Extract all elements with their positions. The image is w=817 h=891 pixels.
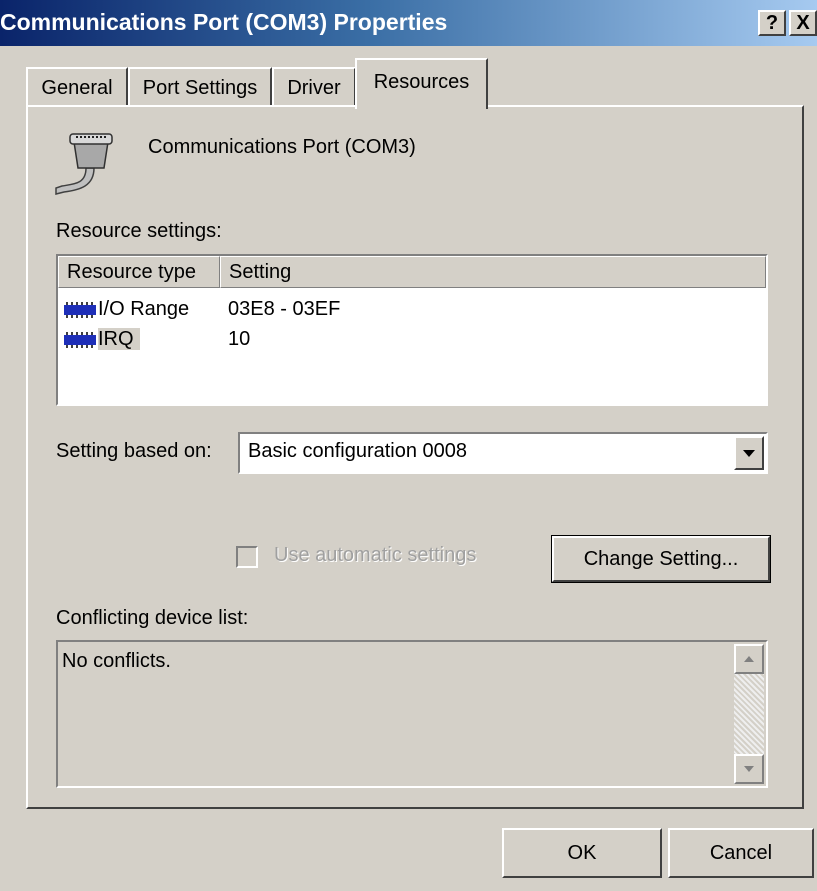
use-automatic-settings-checkbox[interactable] [236, 546, 258, 568]
resource-type: IRQ [98, 326, 238, 352]
tab-general[interactable]: General [26, 67, 128, 107]
conflicting-device-list: No conflicts. [56, 640, 768, 788]
resource-row-io-range[interactable]: I/O Range 03E8 - 03EF [64, 296, 340, 322]
scroll-up-button[interactable] [734, 644, 764, 674]
conflicting-device-list-label: Conflicting device list: [56, 607, 249, 629]
serial-port-icon [55, 133, 113, 195]
column-header-setting[interactable]: Setting [220, 256, 766, 288]
scroll-down-button[interactable] [734, 754, 764, 784]
resource-row-irq[interactable]: IRQ 10 [64, 326, 250, 352]
resource-chip-icon [64, 331, 96, 348]
properties-dialog: Communications Port (COM3) Properties ? … [0, 0, 817, 891]
device-name: Communications Port (COM3) [148, 136, 416, 158]
tab-driver[interactable]: Driver [272, 67, 356, 107]
title-bar[interactable]: Communications Port (COM3) Properties ? … [0, 0, 817, 46]
help-button[interactable]: ? [758, 10, 786, 36]
tab-resources[interactable]: Resources [355, 58, 488, 109]
arrow-down-icon [744, 766, 754, 772]
column-header-resource-type[interactable]: Resource type [58, 256, 220, 288]
resource-settings-label: Resource settings: [56, 220, 222, 242]
selected-resource-type: IRQ [98, 328, 140, 350]
cancel-button[interactable]: Cancel [668, 828, 814, 878]
configuration-dropdown[interactable]: Basic configuration 0008 [238, 432, 768, 474]
conflicts-scrollbar[interactable] [734, 644, 764, 784]
setting-based-on-label: Setting based on: [56, 440, 212, 462]
use-automatic-settings-label: Use automatic settings [274, 544, 477, 566]
chevron-down-icon [743, 450, 755, 457]
resource-setting: 03E8 - 03EF [228, 298, 341, 320]
resource-setting: 10 [228, 328, 251, 350]
conflicts-text: No conflicts. [62, 650, 171, 672]
arrow-up-icon [744, 656, 754, 662]
resource-type: I/O Range [98, 298, 190, 320]
ok-button[interactable]: OK [502, 828, 662, 878]
close-button[interactable]: X [789, 10, 817, 36]
window-title: Communications Port (COM3) Properties [0, 9, 448, 35]
configuration-value: Basic configuration 0008 [248, 440, 468, 462]
change-setting-button[interactable]: Change Setting... [551, 535, 771, 583]
dropdown-button[interactable] [734, 436, 764, 470]
resource-list[interactable]: Resource type Setting I/O Range 03E8 - 0… [56, 254, 768, 406]
tab-port-settings[interactable]: Port Settings [128, 67, 272, 107]
resource-chip-icon [64, 301, 96, 318]
